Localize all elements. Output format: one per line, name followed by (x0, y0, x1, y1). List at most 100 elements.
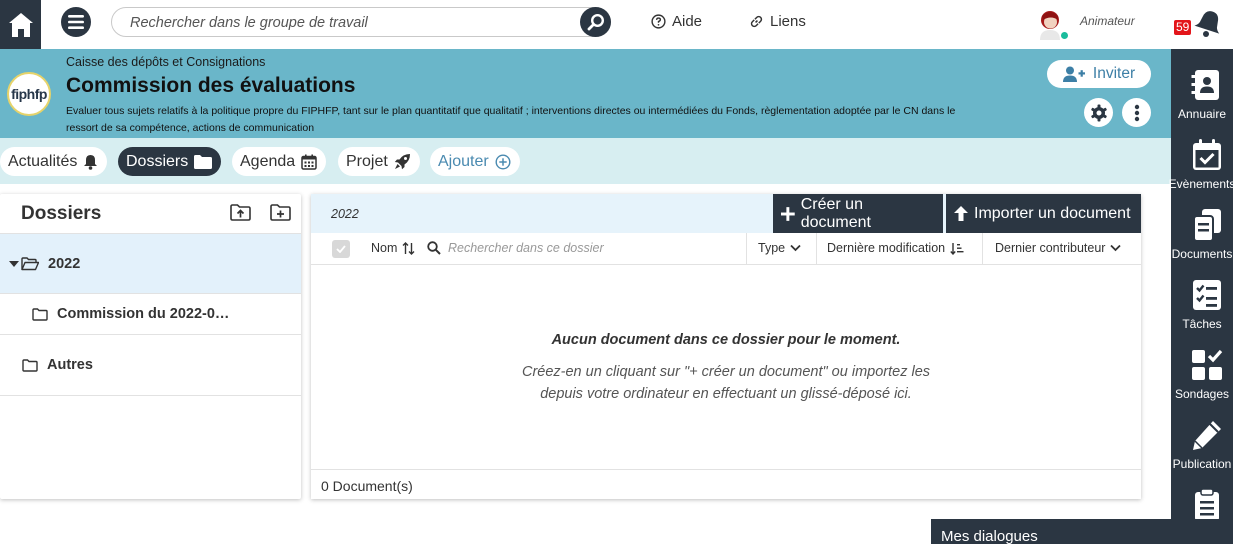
tab-actualites-label: Actualités (8, 152, 78, 170)
vertical-dots-icon (1134, 104, 1139, 121)
folder-open-icon (21, 256, 39, 270)
create-document-label: Créer un document (800, 195, 871, 231)
sidebar-item-evenements[interactable]: Evènements (1168, 138, 1233, 191)
import-document-label: Importer un document (974, 204, 1131, 222)
folder-item-commission[interactable]: Commission du 2022-0… (0, 294, 301, 335)
tab-ajouter[interactable]: Ajouter (430, 147, 520, 176)
column-divider (982, 233, 983, 264)
tab-actualites[interactable]: Actualités (0, 147, 108, 176)
sidebar-item-label: Tâches (1182, 317, 1222, 331)
sort-amount-icon (950, 242, 964, 255)
sidebar-item-label: Evènements (1168, 177, 1233, 191)
plus-circle-icon (495, 153, 511, 170)
tab-projet[interactable]: Projet (338, 147, 420, 176)
search-icon (587, 13, 604, 31)
sort-by-modified[interactable]: Dernière modification (827, 241, 964, 255)
folder-icon (32, 307, 48, 321)
new-folder-button[interactable] (270, 204, 291, 226)
documents-footer: 0 Document(s) (311, 469, 1141, 499)
type-column-label: Type (758, 241, 786, 255)
tab-dossiers[interactable]: Dossiers (118, 147, 222, 176)
name-column-label: Nom (371, 241, 398, 255)
bell-icon (84, 154, 98, 170)
caret-down-icon (9, 260, 19, 267)
group-description: Evaluer tous sujets relatifs à la politi… (66, 105, 956, 134)
column-divider (746, 233, 747, 264)
help-label: Aide (672, 13, 703, 30)
dialogs-label: Mes dialogues (941, 528, 1038, 545)
contributor-column-label: Dernier contributeur (995, 241, 1106, 255)
links-label: Liens (770, 13, 806, 30)
address-book-icon (1191, 70, 1219, 100)
tasks-icon (1193, 280, 1221, 310)
help-link[interactable]: Aide (651, 13, 702, 30)
notification-badge: 59 (1174, 20, 1192, 35)
folder-item-label: 2022 (48, 255, 81, 272)
bell-icon (1194, 11, 1220, 37)
folder-icon (194, 154, 213, 169)
sidebar-item-label: Documents (1171, 247, 1233, 261)
notifications-button[interactable] (1194, 8, 1224, 43)
search-button[interactable] (580, 7, 611, 37)
type-column-filter[interactable]: Type (758, 241, 801, 255)
contributor-column-filter[interactable]: Dernier contributeur (995, 241, 1122, 255)
tab-agenda-label: Agenda (240, 152, 296, 170)
gear-icon (1090, 104, 1107, 121)
sidebar-item-more[interactable] (1171, 487, 1233, 521)
import-document-button[interactable]: Importer un document (946, 194, 1141, 233)
invite-label: Inviter (1092, 65, 1136, 82)
folder-item-2022[interactable]: 2022 (0, 234, 301, 294)
sidebar-item-label: Publication (1172, 457, 1232, 471)
chevron-down-icon (790, 244, 801, 252)
documents-icon (1193, 209, 1221, 242)
invite-button[interactable]: Inviter (1047, 60, 1151, 88)
plus-icon (781, 206, 795, 221)
home-icon (8, 12, 33, 37)
sidebar-item-documents[interactable]: Documents (1171, 208, 1233, 261)
check-icon (336, 245, 346, 253)
calendar-icon (301, 154, 317, 170)
group-search-input[interactable] (130, 13, 570, 33)
tab-agenda[interactable]: Agenda (232, 147, 327, 176)
folder-upload-icon (230, 204, 251, 221)
documents-panel: 2022 Créer un document Importer un docum… (311, 194, 1141, 499)
upload-to-folder-button[interactable] (230, 204, 251, 226)
group-search (111, 7, 611, 37)
top-bar: Aide Liens Animateur 59 (0, 0, 1233, 49)
online-status-dot (1060, 31, 1069, 40)
calendar-check-icon (1193, 139, 1221, 170)
settings-button[interactable] (1084, 98, 1113, 127)
folder-icon (22, 358, 38, 372)
menu-button[interactable] (61, 7, 91, 37)
home-button[interactable] (0, 0, 41, 49)
sort-by-name[interactable]: Nom (371, 241, 415, 255)
sidebar-item-publication[interactable]: Publication (1171, 418, 1233, 471)
dialogs-panel[interactable]: Mes dialogues (931, 519, 1233, 545)
organization-name: Caisse des dépôts et Consignations (66, 55, 266, 69)
group-logo-text: fiphfp (11, 86, 47, 102)
arrow-up-icon (954, 206, 968, 221)
document-count: 0 Document(s) (321, 478, 413, 494)
folders-panel-header: Dossiers (0, 194, 301, 234)
folder-search (427, 239, 748, 257)
hamburger-icon (68, 15, 84, 29)
link-icon (750, 15, 763, 28)
sort-icon (402, 241, 415, 255)
links-link[interactable]: Liens (749, 13, 806, 30)
folder-item-autres[interactable]: Autres (0, 335, 301, 396)
folder-search-input[interactable] (448, 239, 748, 257)
select-all-checkbox[interactable] (332, 240, 350, 258)
documents-header: 2022 Créer un document Importer un docum… (311, 194, 1141, 233)
folders-panel: Dossiers 2022 Commission du 2022-0… Autr… (0, 194, 301, 499)
create-document-button[interactable]: Créer un document (773, 194, 943, 233)
more-options-button[interactable] (1122, 98, 1151, 127)
folders-panel-title: Dossiers (21, 203, 102, 224)
folder-item-label: Autres (47, 357, 93, 373)
group-title: Commission des évaluations (66, 74, 356, 97)
sidebar-item-annuaire[interactable]: Annuaire (1171, 68, 1233, 121)
right-sidebar: Annuaire Evènements Documents Tâches Son… (1168, 49, 1233, 544)
breadcrumb[interactable]: 2022 (331, 207, 359, 221)
sidebar-item-taches[interactable]: Tâches (1171, 278, 1233, 331)
sidebar-item-sondages[interactable]: Sondages (1171, 348, 1233, 401)
clipboard-list-icon (1195, 488, 1219, 521)
